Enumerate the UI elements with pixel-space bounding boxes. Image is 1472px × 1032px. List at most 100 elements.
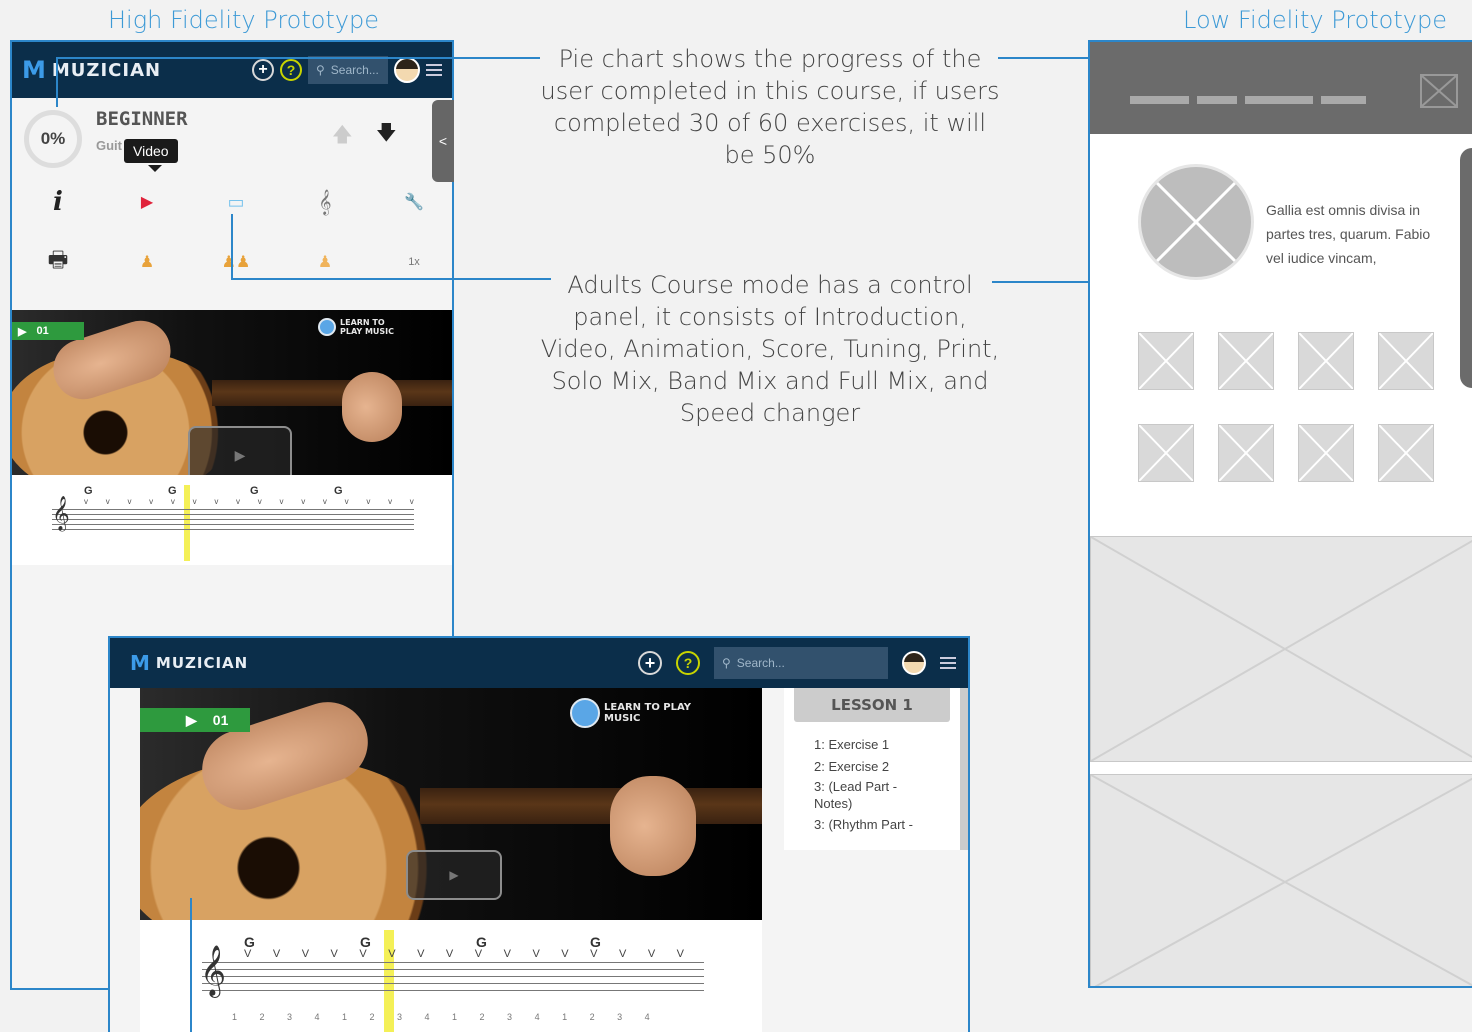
control-panel-annotation: Adults Course mode has a control panel, …: [540, 271, 1000, 427]
control-placeholder-icon: [1218, 332, 1274, 390]
desktop-video-player[interactable]: ▶ 01 LEARN TO PLAY MUSIC ▶: [140, 688, 762, 920]
connector-line: [56, 57, 540, 59]
badge-number: 01: [212, 712, 229, 728]
tooltip-arrow: [148, 165, 162, 172]
low-fi-heading: Low Fidelity Prototype: [1183, 6, 1447, 34]
control-panel-row-1: i ▶ ▭ 𝄞 🔧: [36, 180, 436, 224]
control-placeholder-icon: [1378, 424, 1434, 482]
side-panel-placeholder: [1460, 148, 1472, 388]
speed-changer[interactable]: 1x: [392, 256, 436, 268]
print-icon[interactable]: 🖶: [36, 243, 80, 281]
beat-marks: VVVVVVVVVVVVVVVV: [244, 948, 684, 960]
move-down-icon[interactable]: 🡇: [376, 118, 397, 152]
help-icon[interactable]: ?: [280, 59, 302, 81]
introduction-icon[interactable]: i: [36, 187, 80, 217]
brand-text: LEARN TO PLAY MUSIC: [340, 318, 395, 336]
video-tooltip: Video: [124, 139, 178, 163]
desktop-header: M MUZICIAN + ? ⚲ Search...: [110, 638, 968, 688]
play-icon: ▶: [234, 446, 246, 463]
chord-label: G: [334, 485, 343, 497]
video-placeholder: [1090, 536, 1472, 762]
side-tab-label: <: [438, 133, 448, 149]
animation-icon[interactable]: ▭: [214, 192, 258, 213]
tuning-icon[interactable]: 🔧: [392, 192, 436, 212]
treble-clef-icon: 𝄞: [200, 946, 227, 995]
score-icon[interactable]: 𝄞: [303, 189, 347, 215]
search-input[interactable]: ⚲ Search...: [308, 56, 388, 84]
logo-mark[interactable]: M: [130, 651, 150, 675]
level-subtitle: Guit: [96, 138, 122, 153]
level-title: BEGINNER: [96, 108, 188, 130]
chord-label: G: [84, 485, 93, 497]
play-button[interactable]: ▶: [406, 850, 502, 900]
control-placeholder-icon: [1218, 424, 1274, 482]
logo-text[interactable]: MUZICIAN: [52, 60, 246, 81]
staff-lines: [202, 962, 704, 995]
add-icon[interactable]: +: [252, 59, 274, 81]
search-placeholder: Search...: [330, 63, 379, 77]
desktop-prototype-frame: M MUZICIAN + ? ⚲ Search... ▶ 01 LEARN TO …: [108, 636, 970, 1032]
treble-clef-icon: 𝄞: [52, 497, 70, 530]
progress-pie-placeholder: [1138, 164, 1254, 280]
control-placeholder-icon: [1298, 424, 1354, 482]
badge-number: 01: [36, 325, 49, 337]
badge-play-icon: ▶: [186, 711, 197, 728]
mobile-score: 𝄞 G G G G vvvvvvvvvvvvvvvv: [12, 475, 452, 565]
mobile-header: M MUZICIAN + ? ⚲ Search...: [12, 42, 452, 98]
score-placeholder: [1090, 774, 1472, 986]
progress-value: 0%: [40, 129, 66, 148]
exercise-item-1[interactable]: 1: Exercise 1: [814, 734, 950, 756]
lesson-panel: LESSON 1 1: Exercise 1 2: Exercise 2 3: …: [784, 688, 968, 850]
menu-icon[interactable]: [940, 654, 956, 672]
control-placeholder-icon: [1378, 332, 1434, 390]
avatar[interactable]: [394, 57, 420, 83]
video-icon[interactable]: ▶: [125, 192, 169, 212]
brand-logo: LEARN TO PLAY MUSIC: [318, 318, 400, 336]
play-icon: ▶: [449, 868, 459, 882]
staff-lines: [52, 509, 414, 534]
side-panel-tab[interactable]: <: [432, 100, 454, 182]
chord-label: G: [250, 485, 259, 497]
high-fi-heading: High Fidelity Prototype: [108, 6, 380, 34]
band-mix-icon[interactable]: ♟♟: [214, 252, 258, 272]
menu-icon[interactable]: [426, 61, 442, 79]
beat-numbers: 1 2 3 4 1 2 3 4 1 2 3 4 1 2 3 4: [232, 1012, 650, 1022]
move-up-icon[interactable]: 🡅: [332, 120, 353, 154]
brand-logo: LEARN TO PLAY MUSIC: [570, 698, 694, 728]
connector-line: [231, 278, 551, 280]
control-placeholder-icon: [1138, 332, 1194, 390]
control-placeholder-icon: [1138, 424, 1194, 482]
avatar[interactable]: [902, 651, 926, 675]
badge-play-icon: ▶: [18, 325, 27, 338]
logo-mark[interactable]: M: [22, 56, 46, 84]
menu-placeholder-icon: [1420, 74, 1458, 108]
exercise-item-3[interactable]: 3: (Lead Part - Notes): [814, 778, 924, 812]
chord-label: G: [168, 485, 177, 497]
exercise-item-2[interactable]: 2: Exercise 2: [814, 756, 950, 778]
exercise-list: 1: Exercise 1 2: Exercise 2 3: (Lead Par…: [784, 722, 960, 833]
connector-line: [190, 898, 192, 1032]
search-input[interactable]: ⚲ Search...: [714, 647, 888, 679]
play-button[interactable]: ▶: [188, 426, 292, 475]
connector-line: [56, 57, 58, 107]
exercise-badge: ▶ 01: [12, 322, 84, 340]
help-icon[interactable]: ?: [676, 651, 700, 675]
exercise-badge: ▶ 01: [140, 708, 250, 732]
full-mix-icon[interactable]: ♟: [303, 252, 347, 272]
solo-mix-icon[interactable]: ♟: [125, 252, 169, 272]
beat-marks: vvvvvvvvvvvvvvvv: [84, 497, 414, 506]
control-placeholder-icon: [1298, 332, 1354, 390]
pie-chart-annotation: Pie chart shows the progress of the user…: [540, 45, 1000, 169]
low-fi-header: [1090, 42, 1472, 134]
search-placeholder: Search...: [736, 656, 785, 670]
logo-text[interactable]: MUZICIAN: [156, 654, 624, 672]
search-icon: ⚲: [316, 63, 325, 77]
progress-pie-chart: 0%: [24, 110, 82, 168]
add-icon[interactable]: +: [638, 651, 662, 675]
desktop-score: 𝄞 G G G G VVVVVVVVVVVVVVVV 1 2 3 4 1 2 3…: [140, 920, 762, 1032]
nav-placeholder: [1130, 96, 1366, 104]
lesson-title: LESSON 1: [794, 688, 950, 722]
exercise-item-4[interactable]: 3: (Rhythm Part - Chords): [814, 816, 934, 833]
search-icon: ⚲: [722, 656, 731, 670]
mobile-video-player[interactable]: ▶ 01 LEARN TO PLAY MUSIC ▶: [12, 310, 452, 475]
